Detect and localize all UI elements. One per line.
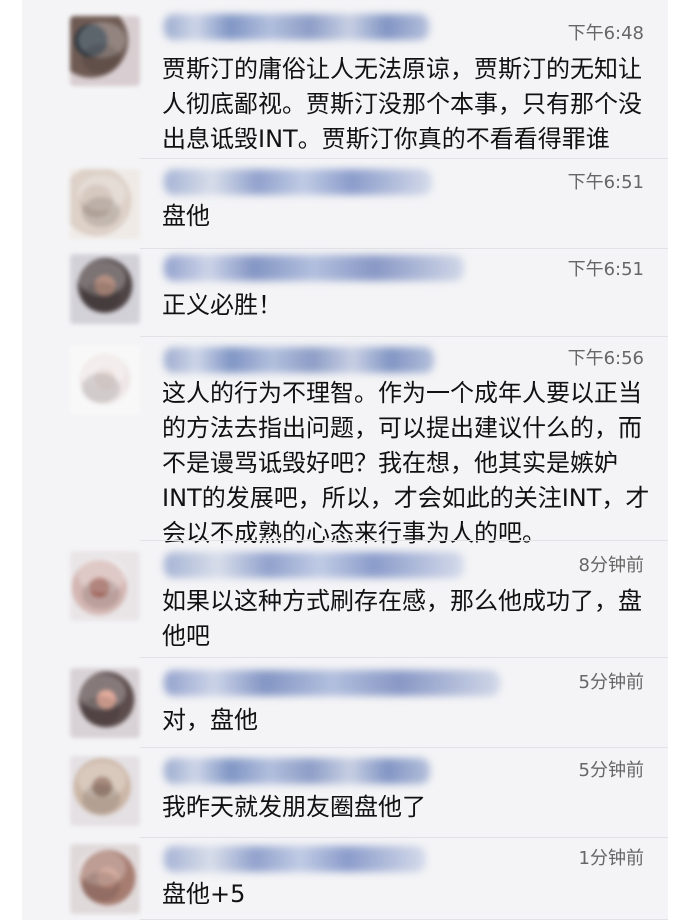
avatar[interactable] [70, 345, 140, 415]
comment-time: 1分钟前 [578, 848, 644, 869]
comment-time: 5分钟前 [578, 672, 644, 693]
avatar[interactable] [70, 169, 140, 239]
commenter-name[interactable] [164, 14, 429, 40]
commenter-name[interactable] [164, 758, 430, 784]
comment-text: 盘他 [162, 202, 210, 230]
comment-item: 下午6:51 正义必胜！ [22, 249, 668, 337]
comment-item: 5分钟前 对，盘他 [22, 658, 668, 748]
comment-time: 5分钟前 [578, 760, 644, 781]
avatar[interactable] [70, 16, 140, 86]
commenter-name[interactable] [164, 347, 434, 373]
comment-time: 8分钟前 [578, 555, 644, 576]
comment-text: 这人的行为不理智。作为一个成年人要以正当 的方法去指出问题，可以提出建议什么的，… [162, 379, 650, 547]
commenter-name[interactable] [164, 846, 426, 872]
comment-item: 下午6:51 盘他 [22, 159, 668, 249]
commenter-name[interactable] [164, 670, 500, 696]
comment-time: 下午6:51 [567, 259, 644, 280]
avatar[interactable] [70, 254, 140, 324]
comment-item: 下午6:48 贾斯汀的庸俗让人无法原谅，贾斯汀的无知让 人彻底鄙视。贾斯汀没那个… [22, 0, 668, 159]
commenter-name[interactable] [164, 255, 464, 281]
avatar[interactable] [70, 668, 140, 738]
comment-text: 对，盘他 [162, 706, 258, 734]
avatar[interactable] [70, 756, 140, 826]
comment-time: 下午6:51 [567, 172, 644, 193]
comment-time: 下午6:48 [567, 23, 644, 44]
comment-text: 如果以这种方式刷存在感，那么他成功了，盘 他吧 [162, 587, 642, 650]
comment-item: 8分钟前 如果以这种方式刷存在感，那么他成功了，盘 他吧 [22, 541, 668, 658]
commenter-name[interactable] [164, 552, 464, 578]
comment-text: 我昨天就发朋友圈盘他了 [162, 793, 426, 821]
comment-item: 下午6:56 这人的行为不理智。作为一个成年人要以正当 的方法去指出问题，可以提… [22, 337, 668, 547]
avatar[interactable] [70, 551, 140, 621]
comment-item: 5分钟前 我昨天就发朋友圈盘他了 [22, 748, 668, 838]
comment-time: 下午6:56 [567, 348, 644, 369]
avatar[interactable] [70, 844, 140, 914]
comment-page: 下午6:48 贾斯汀的庸俗让人无法原谅，贾斯汀的无知让 人彻底鄙视。贾斯汀没那个… [0, 0, 690, 920]
comments-panel: 下午6:48 贾斯汀的庸俗让人无法原谅，贾斯汀的无知让 人彻底鄙视。贾斯汀没那个… [22, 0, 668, 920]
comment-text: 贾斯汀的庸俗让人无法原谅，贾斯汀的无知让 人彻底鄙视。贾斯汀没那个本事，只有那个… [162, 55, 642, 153]
comment-text: 盘他+5 [162, 880, 246, 908]
comment-item: 1分钟前 盘他+5 [22, 838, 668, 920]
comment-text: 正义必胜！ [162, 291, 282, 319]
commenter-name[interactable] [164, 169, 432, 195]
